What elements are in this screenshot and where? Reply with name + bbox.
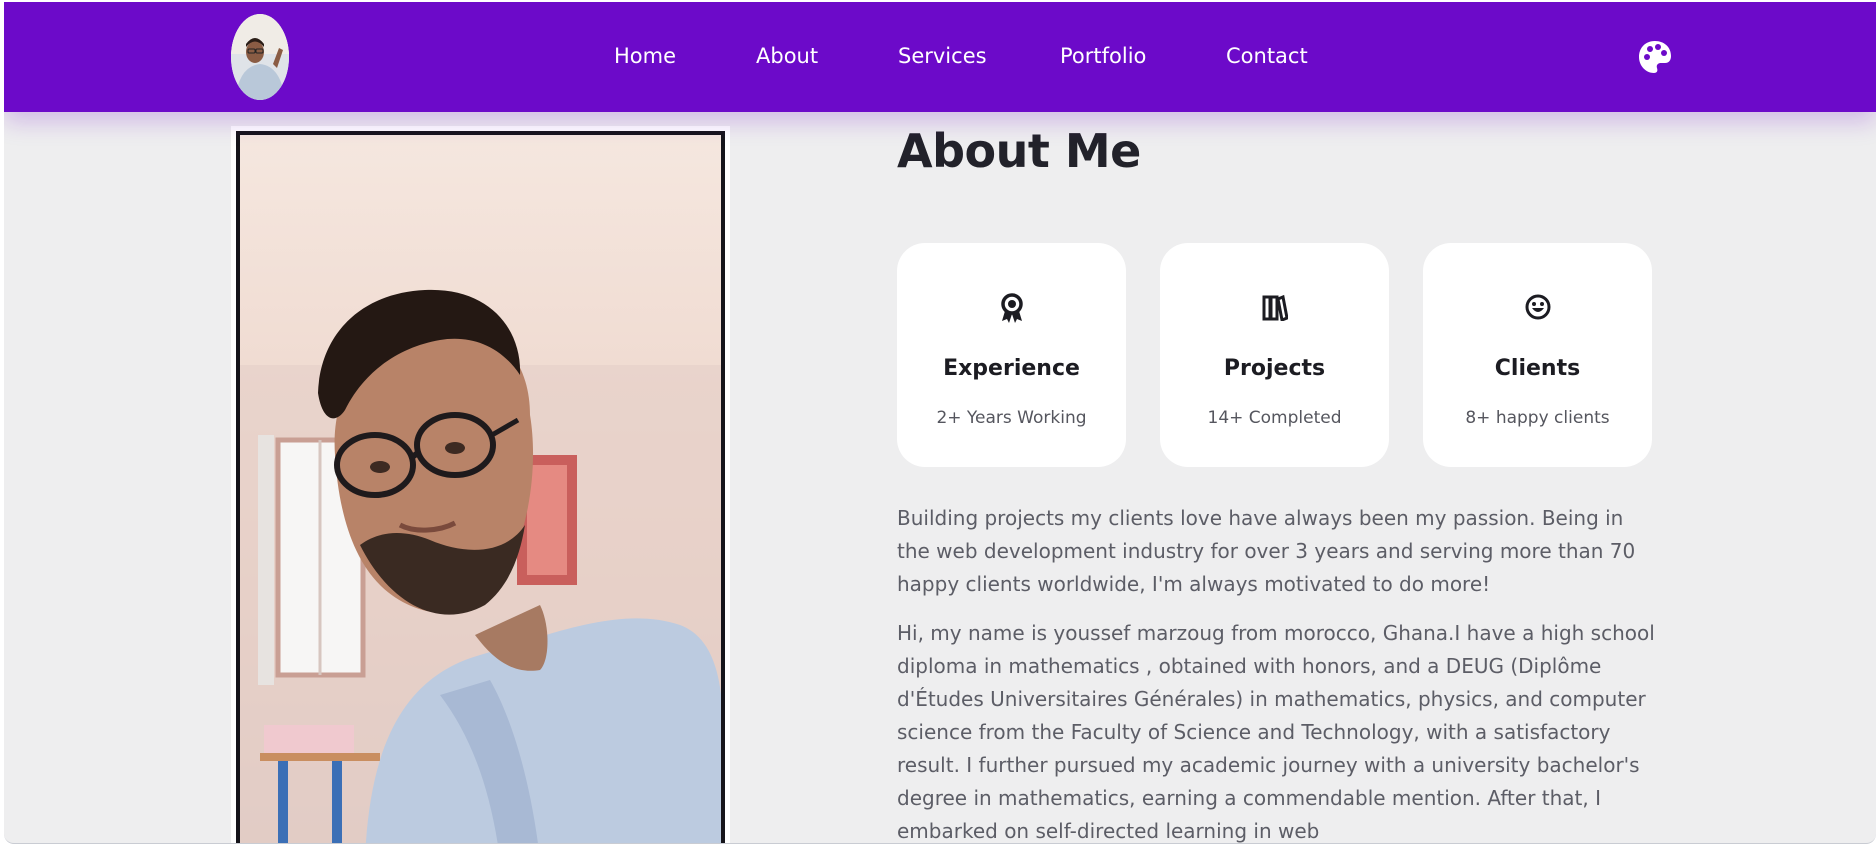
experience-card: Experience 2+ Years Working	[897, 243, 1126, 467]
card-title: Projects	[1223, 356, 1326, 381]
card-subtitle: 14+ Completed	[1207, 408, 1342, 428]
about-paragraph-intro: Building projects my clients love have a…	[897, 506, 1636, 596]
palette-icon	[1639, 41, 1671, 73]
card-subtitle: 2+ Years Working	[936, 408, 1087, 428]
nav-link-about[interactable]: About	[756, 44, 818, 68]
main-nav: Home About Services Portfolio Contact	[4, 2, 1876, 112]
projects-card: Projects 14+ Completed	[1160, 243, 1389, 467]
clients-card: Clients 8+ happy clients	[1423, 243, 1652, 467]
award-icon	[897, 293, 1126, 323]
card-title: Experience	[943, 356, 1080, 381]
nav-link-home[interactable]: Home	[614, 44, 676, 68]
smile-icon	[1423, 293, 1652, 323]
books-icon	[1160, 293, 1389, 323]
card-subtitle: 8+ happy clients	[1465, 408, 1610, 428]
profile-photo-card	[231, 126, 730, 843]
about-heading: About Me	[897, 124, 1141, 178]
about-paragraph-bio: Hi, my name is youssef marzoug from moro…	[897, 621, 1655, 843]
nav-link-contact[interactable]: Contact	[1226, 44, 1308, 68]
profile-photo	[236, 131, 725, 843]
card-title: Clients	[1494, 356, 1581, 381]
portrait-image	[240, 135, 721, 843]
theme-toggle-button[interactable]	[1636, 38, 1674, 76]
nav-link-services[interactable]: Services	[898, 44, 987, 68]
page-viewport: Home About Services Portfolio Contact Ab…	[4, 2, 1876, 844]
navbar: Home About Services Portfolio Contact	[4, 2, 1876, 112]
nav-link-portfolio[interactable]: Portfolio	[1060, 44, 1146, 68]
